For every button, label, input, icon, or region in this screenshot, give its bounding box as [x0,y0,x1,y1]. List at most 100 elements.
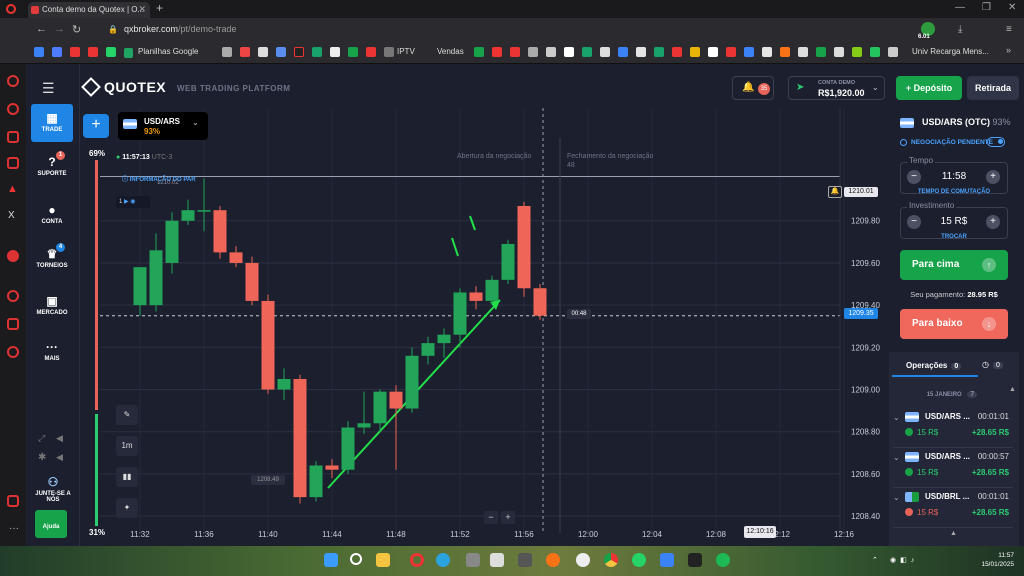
bookmark-misc1-icon[interactable] [222,47,232,57]
minimize-icon[interactable]: — [955,2,965,13]
spotify-icon[interactable] [716,553,730,567]
sidebar-more-icon[interactable]: ··· [9,523,19,534]
volume-icon[interactable]: ◀ [56,452,63,463]
bookmark-misc30-icon[interactable] [852,47,862,57]
sidebar-instagram-icon[interactable] [7,157,19,169]
settings-icon[interactable]: ✱ [38,452,46,463]
nav-support[interactable]: ? SUPORTE 1 [31,151,73,177]
search-icon[interactable] [350,553,362,565]
join-us[interactable]: ⚇ JUNTE-SE A NÓS [33,476,73,503]
tray-arrow-icon[interactable]: ⌃ [872,556,878,564]
operation-row[interactable]: ⌄ USD/ARS ... 00:01:01 15 R$ +28.65 R$ [893,408,1013,448]
bookmark-iptv[interactable]: IPTV [397,47,415,56]
bookmark-misc26-icon[interactable] [780,47,790,57]
menu-icon[interactable]: ≡ [1006,24,1012,35]
help-button[interactable]: Ajuda [35,510,67,538]
deposit-button[interactable]: + Depósito [896,76,962,100]
sidebar-speed-icon[interactable] [7,103,19,115]
bookmark-misc23-icon[interactable] [726,47,736,57]
up-button[interactable]: Para cima ↑ [900,250,1008,280]
app-icon-3[interactable] [518,553,532,567]
opera-icon[interactable] [6,4,16,14]
bookmark-misc21-icon[interactable] [690,47,700,57]
bookmark-misc27-icon[interactable] [798,47,808,57]
scroll-down-icon[interactable]: ▲ [950,530,957,537]
investment-plus-button[interactable]: + [986,215,1000,229]
bookmark-misc8-icon[interactable] [384,47,394,57]
zoom-out-button[interactable]: − [484,511,498,524]
bookmark-misc10-icon[interactable] [492,47,502,57]
tab-history[interactable]: ◷ 0 [982,360,1003,369]
bookmark-misc13-icon[interactable] [546,47,556,57]
forward-icon[interactable]: → [54,23,65,35]
sound-icon[interactable]: ◀ [56,433,63,444]
bookmark-misc4-icon[interactable] [276,47,286,57]
indicators-button[interactable]: ✦ [116,498,138,518]
bookmark-univ[interactable]: Univ Recarga Mens... [912,47,989,56]
fullscreen-icon[interactable]: ⤢ [38,433,45,444]
file-explorer-icon[interactable] [376,553,390,567]
sidebar-record-icon[interactable] [7,250,19,262]
sidebar-cube-icon[interactable] [7,318,19,330]
bookmark-misc28-icon[interactable] [816,47,826,57]
bookmark-vendas[interactable]: Vendas [437,47,464,56]
bookmark-misc24-icon[interactable] [744,47,754,57]
nav-account[interactable]: ● CONTA [31,204,73,225]
close-window-icon[interactable]: ✕ [1008,2,1016,13]
notifications-button[interactable]: 🔔 35 [732,76,774,100]
maximize-icon[interactable]: ❐ [982,2,991,13]
bookmark-misc29-icon[interactable] [834,47,844,57]
bookmark-tiktok-icon[interactable] [294,47,304,57]
price-alert-icon[interactable]: 🔔 [828,186,842,198]
app-icon-1[interactable] [466,553,480,567]
download-icon[interactable]: ⤓ [958,24,962,35]
bookmark-misc31-icon[interactable] [870,47,880,57]
sidebar-bag-icon[interactable] [7,131,19,143]
back-icon[interactable]: ← [36,23,47,35]
withdraw-button[interactable]: Retirada [967,76,1019,100]
app-icon-7[interactable] [688,553,702,567]
nav-more[interactable]: ··· MAIS [31,341,73,362]
bookmark-misc2-icon[interactable] [240,47,250,57]
sidebar-fire-icon[interactable]: ▲ [7,183,18,195]
bookmark-misc25-icon[interactable] [762,47,772,57]
sidebar-x-icon[interactable]: X [8,210,15,221]
operation-row[interactable]: ⌄ USD/ARS ... 00:00:57 15 R$ +28.65 R$ [893,448,1013,488]
bookmark-misc17-icon[interactable] [618,47,628,57]
bookmark-misc11-icon[interactable] [510,47,520,57]
browser-tab[interactable]: Conta demo da Quotex | O... ✕ [28,2,150,18]
app-icon-2[interactable] [490,553,504,567]
timeframe-button[interactable]: 1m [116,436,138,456]
bookmark-misc15-icon[interactable] [582,47,592,57]
account-selector[interactable]: ➤ CONTA DEMO R$1,920.00 ⌄ [788,76,885,100]
bookmark-misc12-icon[interactable] [528,47,538,57]
add-chart-button[interactable]: + [83,114,109,138]
bookmark-misc32-icon[interactable] [888,47,898,57]
bookmark-misc7-icon[interactable] [366,47,376,57]
sidebar-gamepad-icon[interactable] [7,495,19,507]
bookmarks-more-icon[interactable]: » [1006,45,1011,55]
windows-start-icon[interactable] [324,553,338,567]
bookmark-planilhas[interactable]: Planilhas Google [138,47,198,56]
down-button[interactable]: Para baixo ↓ [900,309,1008,339]
bookmark-youtube2-icon[interactable] [88,47,98,57]
bookmark-whatsapp-icon[interactable] [106,47,116,57]
zoom-in-button[interactable]: + [501,511,515,524]
bookmark-misc3-icon[interactable] [258,47,268,57]
bookmark-misc5-icon[interactable] [312,47,322,57]
tab-operations[interactable]: Operações 0 [892,355,978,377]
app-icon-4[interactable] [546,553,560,567]
bookmark-misc20-icon[interactable] [672,47,682,57]
system-clock[interactable]: 11:57 15/01/2025 [958,551,1014,569]
asset-selector[interactable]: USD/ARS 93% ⌄ [118,112,208,140]
price-chart[interactable]: 1209.801209.601209.401209.201209.001208.… [80,108,888,546]
bookmark-youtube-icon[interactable] [70,47,80,57]
switch-time-link[interactable]: TEMPO DE COMUTAÇÃO [900,189,1008,195]
opera-taskbar-icon[interactable] [410,553,424,567]
time-plus-button[interactable]: + [986,170,1000,184]
chrome-icon[interactable] [604,553,618,567]
app-icon-5[interactable] [576,553,590,567]
switch-currency-link[interactable]: TROCAR [900,234,1008,240]
close-tab-icon[interactable]: ✕ [138,4,146,15]
bookmark-sheets-icon[interactable] [124,48,133,58]
